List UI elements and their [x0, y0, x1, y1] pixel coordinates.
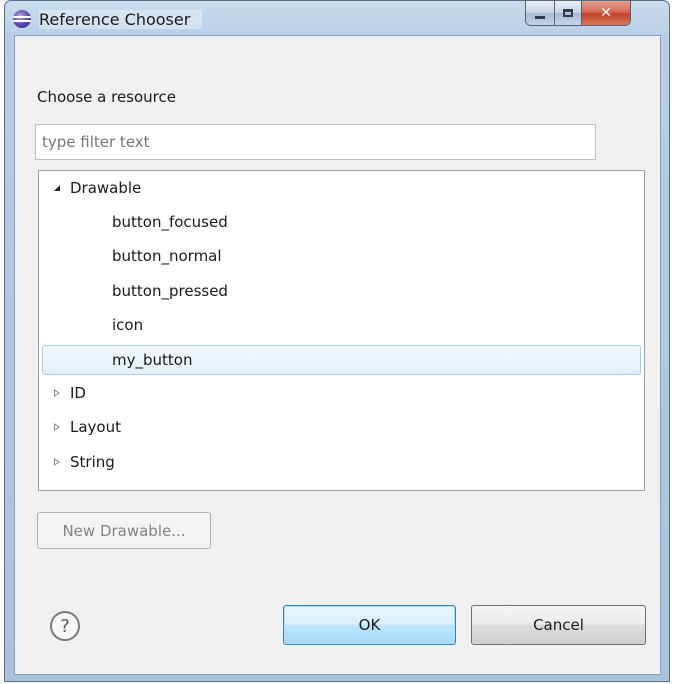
maximize-button[interactable] — [555, 1, 582, 25]
help-icon[interactable]: ? — [50, 611, 80, 641]
collapse-arrow-icon[interactable] — [52, 447, 62, 477]
tree-item[interactable]: button_pressed — [39, 276, 644, 306]
collapse-arrow-icon[interactable] — [52, 412, 62, 442]
maximize-icon — [563, 9, 573, 17]
minimize-icon — [535, 15, 545, 19]
tree-item-label: Layout — [70, 418, 121, 437]
window-title: Reference Chooser — [39, 10, 203, 29]
tree-item-label: ID — [70, 384, 86, 403]
tree-item-label: button_normal — [112, 247, 222, 266]
expand-arrow-icon[interactable] — [52, 173, 62, 203]
new-drawable-button[interactable]: New Drawable... — [37, 512, 211, 549]
choose-resource-label: Choose a resource — [37, 88, 176, 106]
minimize-button[interactable] — [526, 1, 555, 25]
filter-input[interactable] — [35, 124, 596, 160]
tree-item[interactable]: button_normal — [39, 241, 644, 271]
close-button[interactable]: ✕ — [582, 1, 630, 25]
tree-item-label: button_pressed — [112, 281, 228, 300]
tree-item[interactable]: button_focused — [39, 207, 644, 237]
tree-item-label: my_button — [112, 351, 193, 369]
resource-tree[interactable]: Drawable button_focused button_normalbutto… — [38, 170, 645, 491]
ok-button[interactable]: OK — [283, 605, 456, 645]
dialog-body: Choose a resource Drawable button_focused… — [14, 35, 661, 675]
eclipse-icon — [13, 10, 31, 28]
tree-item[interactable]: icon — [39, 310, 644, 340]
caption-buttons: ✕ — [525, 1, 631, 26]
tree-item[interactable]: Layout — [39, 412, 644, 442]
collapse-arrow-icon[interactable] — [52, 378, 62, 408]
tree-item[interactable]: String — [39, 447, 644, 477]
tree-item-label: icon — [112, 315, 144, 334]
close-icon: ✕ — [600, 5, 612, 21]
reference-chooser-window: Reference Chooser ✕ Choose a resource Dr… — [4, 0, 670, 682]
tree-item-label: Drawable — [70, 179, 142, 197]
tree-item-label: button_focused — [112, 213, 228, 232]
tree-item[interactable]: Drawable — [39, 173, 644, 203]
tree-item[interactable]: my_button — [42, 345, 641, 375]
title-bar[interactable]: Reference Chooser ✕ — [5, 1, 669, 35]
cancel-button[interactable]: Cancel — [471, 605, 646, 645]
tree-item[interactable]: ID — [39, 378, 644, 408]
tree-item-label: String — [70, 452, 115, 471]
